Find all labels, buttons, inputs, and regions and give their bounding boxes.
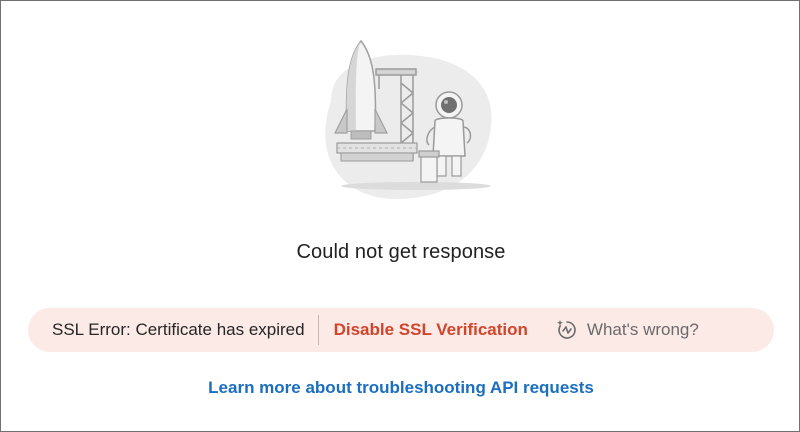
ssl-error-banner: SSL Error: Certificate has expired Disab… xyxy=(28,308,774,352)
troubleshooting-link[interactable]: Learn more about troubleshooting API req… xyxy=(1,378,800,398)
empty-state-message: Could not get response xyxy=(296,241,506,263)
whats-wrong-button[interactable]: What's wrong? xyxy=(555,318,699,342)
response-pane: Could not get response SSL Error: Certif… xyxy=(0,0,800,432)
whats-wrong-label: What's wrong? xyxy=(586,320,699,339)
error-text: SSL Error: Certificate has expired xyxy=(52,320,305,339)
ai-assistant-icon xyxy=(556,320,576,339)
banner-divider xyxy=(317,315,319,345)
disable-ssl-verification-button[interactable]: Disable SSL Verification xyxy=(334,320,528,340)
rocket-launch-illustration xyxy=(325,39,492,199)
